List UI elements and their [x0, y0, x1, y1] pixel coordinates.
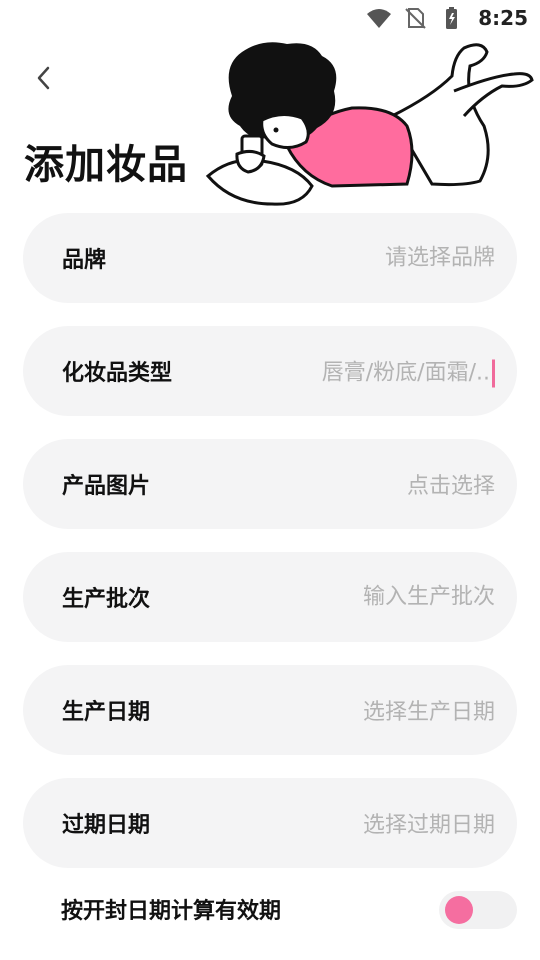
wifi-icon	[367, 9, 392, 28]
back-button[interactable]	[28, 62, 58, 94]
batch-row[interactable]: 生产批次	[23, 552, 517, 642]
toggle-knob	[445, 896, 473, 924]
expiry-date-picker[interactable]: 选择过期日期	[363, 807, 495, 839]
product-image-row[interactable]: 产品图片 点击选择	[23, 439, 517, 529]
brand-row[interactable]: 品牌	[23, 213, 517, 303]
production-date-label: 生产日期	[62, 700, 151, 725]
production-date-picker[interactable]: 选择生产日期	[363, 694, 495, 726]
product-image-label: 产品图片	[62, 474, 151, 499]
open-date-expiry-label: 按开封日期计算有效期	[61, 899, 282, 924]
cosmetic-type-placeholder: 唇膏/粉底/面霜/..	[321, 360, 490, 386]
status-icons: 8:25	[366, 6, 528, 30]
open-date-expiry-row: 按开封日期计算有效期	[23, 884, 517, 934]
cosmetic-type-input[interactable]: 唇膏/粉底/面霜/..	[322, 355, 495, 388]
batch-input[interactable]	[265, 584, 495, 610]
chevron-left-icon	[37, 66, 50, 90]
production-date-row[interactable]: 生产日期 选择生产日期	[23, 665, 517, 755]
no-sim-icon	[405, 8, 426, 29]
product-image-picker[interactable]: 点击选择	[407, 468, 495, 500]
batch-label: 生产批次	[62, 587, 151, 612]
expiry-date-row[interactable]: 过期日期 选择过期日期	[23, 778, 517, 868]
woman-lying-illustration	[205, 42, 534, 206]
text-cursor	[492, 359, 495, 388]
battery-charging-icon	[446, 7, 458, 29]
cosmetic-type-label: 化妆品类型	[62, 361, 173, 386]
status-bar: 8:25	[0, 0, 540, 36]
cosmetic-type-row[interactable]: 化妆品类型 唇膏/粉底/面霜/..	[23, 326, 517, 416]
page-title: 添加妆品	[24, 142, 188, 188]
status-time: 8:25	[478, 6, 528, 30]
expiry-date-label: 过期日期	[62, 813, 151, 838]
open-date-expiry-toggle[interactable]	[439, 891, 517, 929]
brand-input[interactable]	[265, 245, 495, 271]
brand-label: 品牌	[62, 248, 107, 273]
cosmetic-form: 品牌 化妆品类型 唇膏/粉底/面霜/.. 产品图片 点击选择 生产批次 生产日期…	[23, 213, 517, 891]
